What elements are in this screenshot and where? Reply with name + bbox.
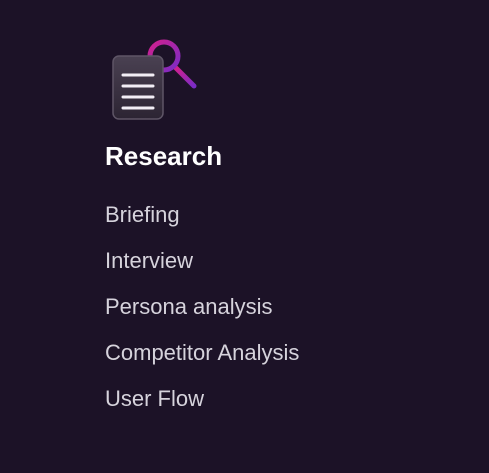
menu-item-persona-analysis[interactable]: Persona analysis	[105, 292, 299, 322]
menu-item-briefing[interactable]: Briefing	[105, 200, 299, 230]
research-menu: Briefing Interview Persona analysis Comp…	[105, 200, 299, 430]
menu-item-user-flow[interactable]: User Flow	[105, 384, 299, 414]
menu-item-interview[interactable]: Interview	[105, 246, 299, 276]
section-title: Research	[105, 141, 223, 171]
document-search-icon	[112, 38, 198, 122]
menu-item-competitor-analysis[interactable]: Competitor Analysis	[105, 338, 299, 368]
